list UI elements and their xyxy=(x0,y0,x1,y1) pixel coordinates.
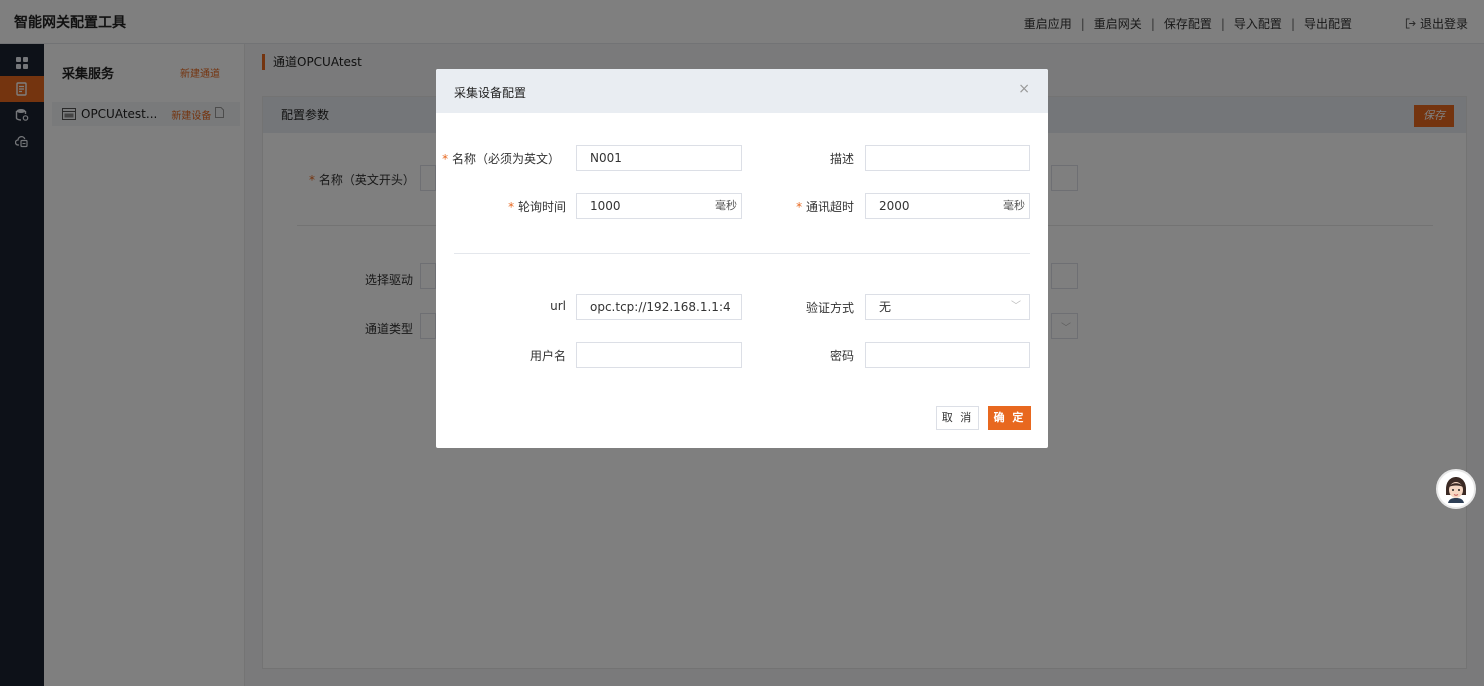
url-label: url xyxy=(550,299,566,313)
confirm-button[interactable]: 确 定 xyxy=(988,406,1031,430)
dialog-title: 采集设备配置 xyxy=(454,86,527,100)
timeout-value: 2000 xyxy=(879,199,910,213)
username-input[interactable] xyxy=(576,342,742,368)
timeout-input[interactable]: 2000 毫秒 xyxy=(865,193,1030,219)
device-desc-label: 描述 xyxy=(829,152,854,166)
poll-time-unit: 毫秒 xyxy=(715,199,737,212)
auth-method-select[interactable]: 无 ﹀ xyxy=(865,294,1030,320)
timeout-label: * 通讯超时 xyxy=(796,200,854,214)
poll-time-label: * 轮询时间 xyxy=(508,200,566,214)
assistant-avatar-icon xyxy=(1441,474,1471,504)
timeout-unit: 毫秒 xyxy=(1003,199,1025,212)
close-icon[interactable]: × xyxy=(1018,82,1030,96)
poll-time-value: 1000 xyxy=(590,199,621,213)
password-label: 密码 xyxy=(829,349,854,363)
dialog-divider xyxy=(454,253,1030,254)
device-desc-input[interactable] xyxy=(865,145,1030,171)
password-input[interactable] xyxy=(865,342,1030,368)
auth-method-value: 无 xyxy=(879,300,892,314)
device-name-input[interactable]: N001 xyxy=(576,145,742,171)
username-label: 用户名 xyxy=(529,349,566,363)
device-config-dialog: 采集设备配置 × * 名称（必须为英文） N001 描述 * 轮询时间 1000… xyxy=(436,69,1048,448)
device-name-label: * 名称（必须为英文） xyxy=(442,152,560,166)
auth-method-label: 验证方式 xyxy=(805,301,854,315)
poll-time-input[interactable]: 1000 毫秒 xyxy=(576,193,742,219)
chevron-down-icon: ﹀ xyxy=(1011,301,1021,312)
dialog-header: 采集设备配置 × xyxy=(436,69,1048,113)
cancel-button[interactable]: 取 消 xyxy=(936,406,979,430)
assistant-avatar-button[interactable] xyxy=(1436,469,1476,509)
url-input[interactable]: opc.tcp://192.168.1.1:4 xyxy=(576,294,742,320)
